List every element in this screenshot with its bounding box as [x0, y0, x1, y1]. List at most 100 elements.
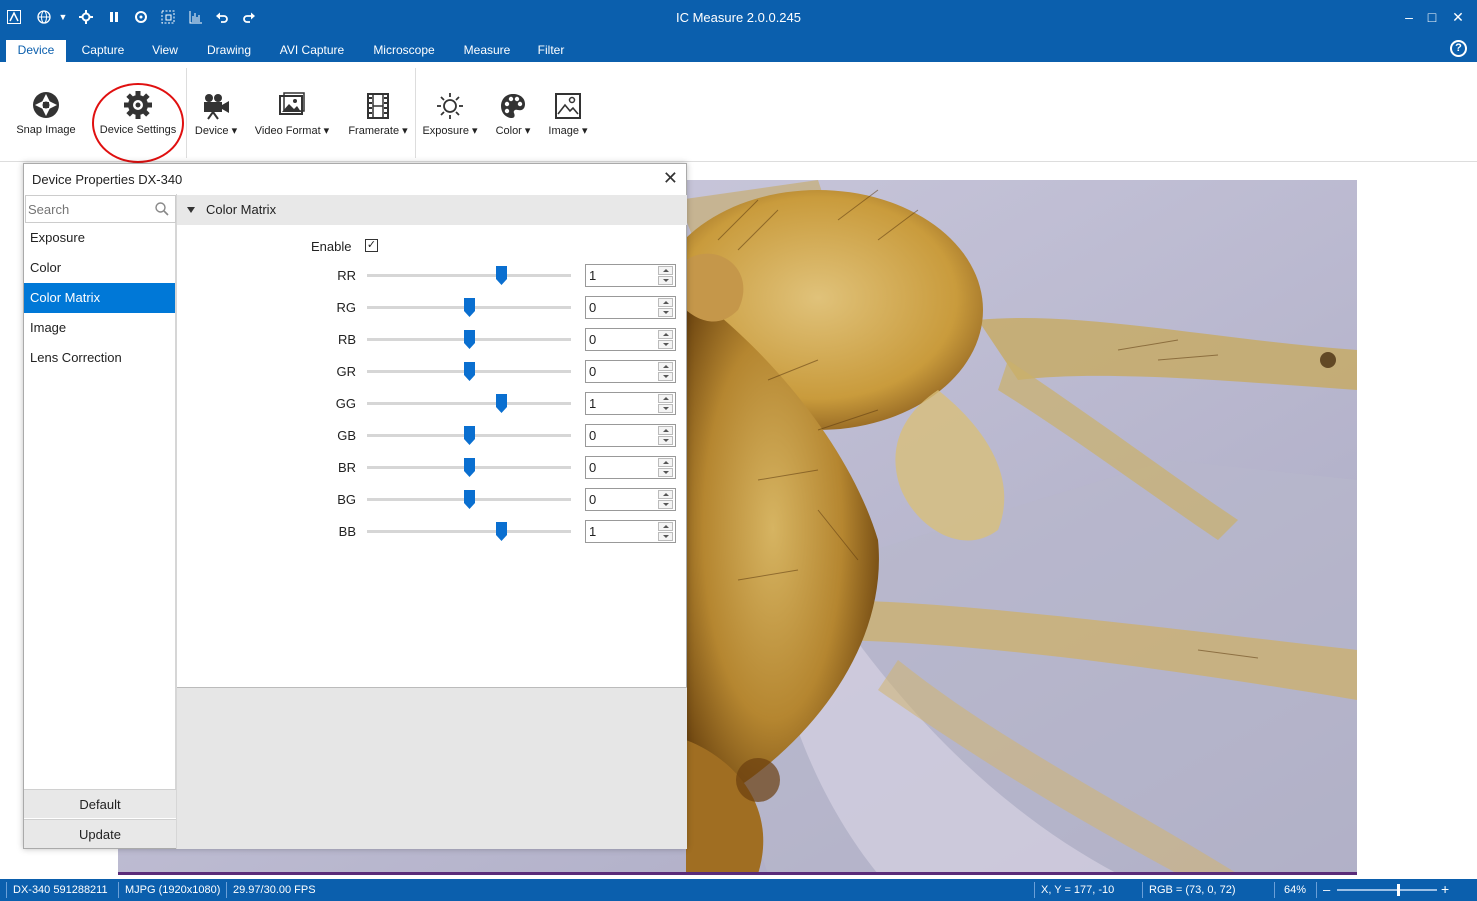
spinbox-value[interactable]: 0	[589, 428, 596, 443]
slider-thumb[interactable]	[496, 394, 508, 413]
tab-microscope[interactable]: Microscope	[366, 40, 442, 62]
matrix-label: GB	[337, 428, 356, 443]
update-button[interactable]: Update	[24, 819, 176, 848]
tab-filter[interactable]: Filter	[533, 40, 569, 62]
close-button[interactable]: ✕	[1445, 7, 1471, 27]
tab-device[interactable]: Device	[6, 40, 66, 62]
nav-item-lens-correction[interactable]: Lens Correction	[24, 343, 175, 373]
zoom-out-button[interactable]: –	[1323, 882, 1330, 897]
spin-up-icon[interactable]	[658, 298, 673, 307]
value-spinbox[interactable]: 0	[585, 328, 676, 351]
nav-item-exposure[interactable]: Exposure	[24, 223, 175, 253]
value-spinbox[interactable]: 1	[585, 264, 676, 287]
value-spinbox[interactable]: 0	[585, 296, 676, 319]
spin-down-icon[interactable]	[658, 500, 673, 509]
spinbox-value[interactable]: 1	[589, 396, 596, 411]
slider-track[interactable]	[367, 402, 571, 405]
search-box	[25, 195, 176, 223]
slider-thumb[interactable]	[463, 490, 475, 509]
palette-icon	[501, 94, 525, 118]
slider-thumb[interactable]	[496, 266, 508, 285]
slider-track[interactable]	[367, 530, 571, 533]
spin-up-icon[interactable]	[658, 330, 673, 339]
status-separator	[1034, 882, 1035, 898]
property-description-area	[177, 687, 687, 849]
value-spinbox[interactable]: 0	[585, 488, 676, 511]
tab-capture[interactable]: Capture	[74, 40, 132, 62]
color-dropdown[interactable]: Color ▾	[492, 92, 534, 137]
value-spinbox[interactable]: 0	[585, 360, 676, 383]
slider-thumb[interactable]	[463, 298, 475, 317]
exposure-dropdown[interactable]: Exposure ▾	[420, 92, 480, 137]
framerate-dropdown[interactable]: Framerate ▾	[346, 92, 410, 137]
video-format-dropdown[interactable]: Video Format ▾	[252, 92, 332, 137]
status-separator	[118, 882, 119, 898]
spin-down-icon[interactable]	[658, 436, 673, 445]
zoom-in-button[interactable]: +	[1441, 881, 1449, 897]
matrix-row-gr: GR 0	[177, 358, 687, 390]
viewer-edge	[118, 872, 1357, 875]
matrix-row-bg: BG 0	[177, 486, 687, 518]
spin-down-icon[interactable]	[658, 276, 673, 285]
spin-up-icon[interactable]	[658, 426, 673, 435]
spinbox-value[interactable]: 0	[589, 332, 596, 347]
film-strip-icon	[367, 93, 389, 119]
slider-thumb[interactable]	[463, 330, 475, 349]
spin-down-icon[interactable]	[658, 532, 673, 541]
spin-down-icon[interactable]	[658, 404, 673, 413]
enable-label: Enable	[311, 239, 352, 254]
matrix-row-gg: GG 1	[177, 390, 687, 422]
spin-up-icon[interactable]	[658, 362, 673, 371]
value-spinbox[interactable]: 1	[585, 392, 676, 415]
matrix-label: BB	[338, 524, 356, 539]
spinbox-value[interactable]: 0	[589, 300, 596, 315]
nav-item-color-matrix[interactable]: Color Matrix	[24, 283, 175, 313]
slider-thumb[interactable]	[496, 522, 508, 541]
tab-view[interactable]: View	[145, 40, 185, 62]
slider-thumb[interactable]	[463, 458, 475, 477]
nav-item-image[interactable]: Image	[24, 313, 175, 343]
spin-up-icon[interactable]	[658, 458, 673, 467]
value-spinbox[interactable]: 0	[585, 456, 676, 479]
matrix-label: RR	[337, 268, 356, 283]
status-separator	[6, 882, 7, 898]
zoom-slider-thumb[interactable]	[1397, 884, 1400, 896]
spinbox-value[interactable]: 0	[589, 460, 596, 475]
spin-up-icon[interactable]	[658, 266, 673, 275]
image-dropdown[interactable]: Image ▾	[546, 92, 590, 137]
spinbox-value[interactable]: 0	[589, 492, 596, 507]
tab-measure[interactable]: Measure	[458, 40, 516, 62]
status-zoom: 64%	[1284, 884, 1307, 896]
color-matrix-section-header[interactable]: Color Matrix	[177, 195, 687, 225]
zoom-slider-track[interactable]	[1337, 889, 1437, 891]
value-spinbox[interactable]: 0	[585, 424, 676, 447]
slider-thumb[interactable]	[463, 426, 475, 445]
tab-drawing[interactable]: Drawing	[200, 40, 258, 62]
spin-down-icon[interactable]	[658, 372, 673, 381]
nav-item-color[interactable]: Color	[24, 253, 175, 283]
maximize-button[interactable]: □	[1419, 7, 1445, 27]
device-dropdown[interactable]: Device ▾	[192, 92, 240, 137]
default-button[interactable]: Default	[24, 789, 176, 818]
slider-thumb[interactable]	[463, 362, 475, 381]
slider-track[interactable]	[367, 274, 571, 277]
value-spinbox[interactable]: 1	[585, 520, 676, 543]
spin-up-icon[interactable]	[658, 522, 673, 531]
tab-avi-capture[interactable]: AVI Capture	[275, 40, 349, 62]
spin-down-icon[interactable]	[658, 468, 673, 477]
status-bar: DX-340 591288211 MJPG (1920x1080) 29.97/…	[0, 879, 1477, 901]
spin-up-icon[interactable]	[658, 490, 673, 499]
enable-checkbox[interactable]: ✓	[365, 239, 378, 252]
search-input[interactable]	[28, 197, 148, 221]
spin-up-icon[interactable]	[658, 394, 673, 403]
spin-down-icon[interactable]	[658, 340, 673, 349]
framerate-label: Framerate	[348, 125, 400, 137]
spin-down-icon[interactable]	[658, 308, 673, 317]
dialog-close-button[interactable]: ✕	[663, 168, 678, 189]
spinbox-value[interactable]: 0	[589, 364, 596, 379]
spinbox-value[interactable]: 1	[589, 524, 596, 539]
snap-image-button[interactable]: Snap Image	[12, 90, 80, 136]
ribbon-tabs: Device Capture View Drawing AVI Capture …	[0, 36, 1477, 62]
help-icon[interactable]: ?	[1450, 40, 1467, 57]
spinbox-value[interactable]: 1	[589, 268, 596, 283]
